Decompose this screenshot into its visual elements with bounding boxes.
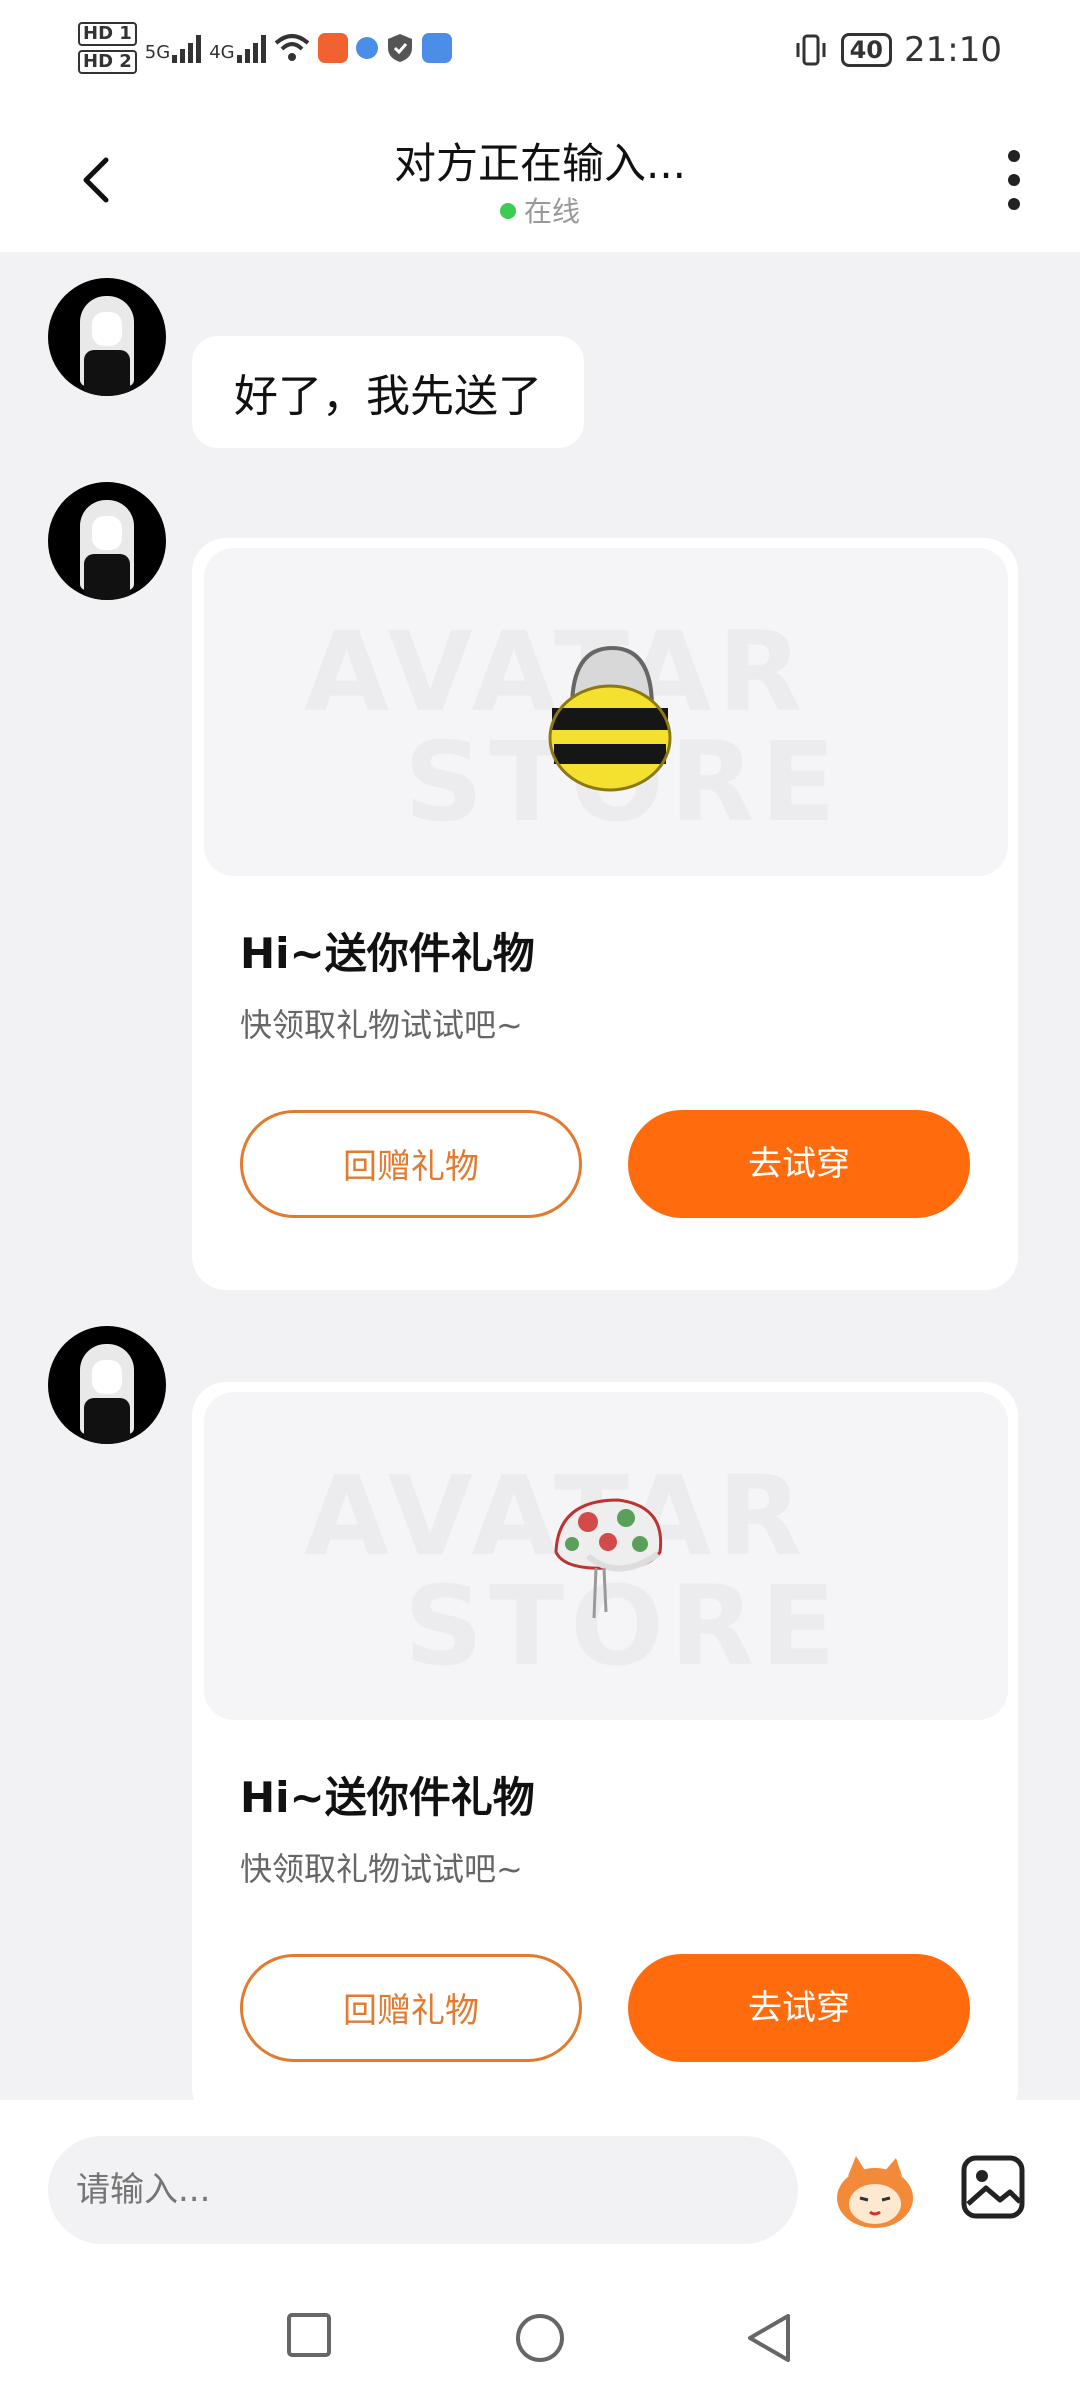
app-icon bbox=[421, 33, 452, 63]
recent-apps-icon[interactable] bbox=[286, 2312, 332, 2358]
return-gift-button[interactable]: 回赠礼物 bbox=[240, 1954, 582, 2062]
net1-label: 5G bbox=[144, 42, 171, 63]
hd-indicator: HD 1 HD 2 bbox=[78, 22, 137, 74]
vibrate-icon bbox=[796, 34, 826, 66]
bee-costume-icon bbox=[548, 645, 672, 792]
avatar[interactable] bbox=[48, 278, 166, 396]
chat-header: 对方正在输入... 在线 bbox=[0, 110, 1080, 252]
gift-subtitle: 快领取礼物试试吧~ bbox=[240, 1006, 523, 1044]
status-bar: HD 1 HD 2 5G 4G 40 21:10 bbox=[0, 0, 1080, 110]
browser-icon bbox=[355, 37, 378, 59]
more-options-icon[interactable] bbox=[1004, 150, 1024, 210]
online-status-label: 在线 bbox=[523, 195, 580, 228]
system-nav-bar bbox=[0, 2280, 1080, 2400]
home-icon[interactable] bbox=[514, 2312, 566, 2364]
gift-subtitle: 快领取礼物试试吧~ bbox=[240, 1850, 523, 1888]
gift-image[interactable]: AVATAR STORE bbox=[204, 548, 1008, 876]
message-bubble[interactable]: 好了，我先送了 bbox=[192, 336, 584, 448]
message-input[interactable] bbox=[48, 2136, 798, 2244]
gift-title: Hi~送你件礼物 bbox=[240, 1773, 535, 1822]
battery-icon: 40 bbox=[840, 33, 893, 67]
back-nav-icon[interactable] bbox=[744, 2312, 794, 2364]
avatar[interactable] bbox=[48, 1326, 166, 1444]
gift-card[interactable]: AVATAR STORE Hi~送你件礼物 快领取礼物试试吧~ 回赠礼物 去试穿 bbox=[192, 1382, 1018, 2122]
app-notification-icon bbox=[317, 33, 348, 63]
signal-4g-icon: 4G bbox=[209, 33, 266, 63]
emoji-mascot-icon[interactable] bbox=[830, 2152, 920, 2232]
net2-label: 4G bbox=[209, 42, 235, 63]
page-title: 对方正在输入... bbox=[393, 139, 687, 188]
shield-icon bbox=[387, 34, 412, 62]
try-on-button[interactable]: 去试穿 bbox=[628, 1954, 970, 2062]
avatar[interactable] bbox=[48, 482, 166, 600]
gift-card[interactable]: AVATAR STORE Hi~送你件礼物 快领取礼物试试吧~ 回赠礼物 去试穿 bbox=[192, 538, 1018, 1290]
image-picker-icon[interactable] bbox=[960, 2154, 1026, 2220]
online-status: 在线 bbox=[0, 190, 1080, 230]
gift-image[interactable]: AVATAR STORE bbox=[204, 1392, 1008, 1720]
hd2-label: HD 2 bbox=[78, 50, 137, 74]
clock: 21:10 bbox=[904, 30, 1002, 70]
gift-title: Hi~送你件礼物 bbox=[240, 929, 535, 978]
input-bar bbox=[0, 2100, 1080, 2280]
wifi-icon bbox=[274, 34, 309, 61]
floral-hat-icon bbox=[554, 1498, 663, 1619]
hd1-label: HD 1 bbox=[78, 22, 137, 46]
return-gift-button[interactable]: 回赠礼物 bbox=[240, 1110, 582, 1218]
try-on-button[interactable]: 去试穿 bbox=[628, 1110, 970, 1218]
signal-5g-icon: 5G bbox=[144, 33, 202, 63]
online-dot-icon bbox=[499, 203, 516, 219]
